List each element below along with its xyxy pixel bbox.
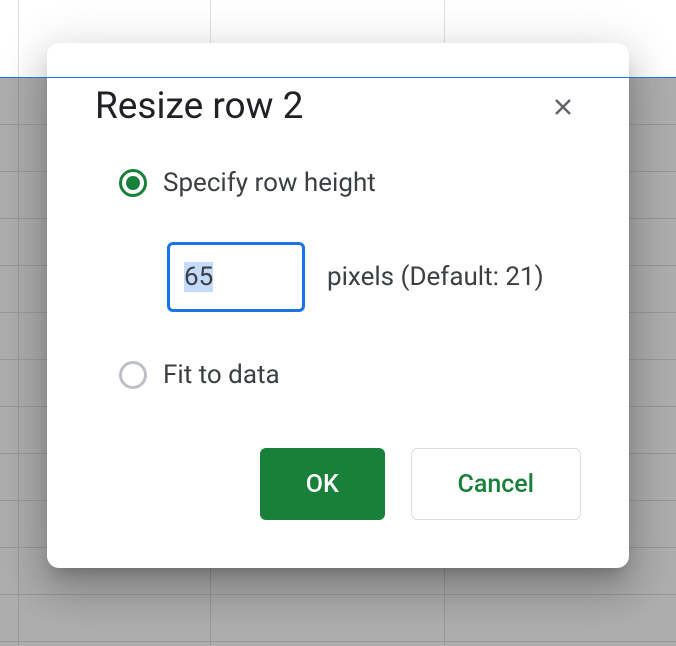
dialog-title: Resize row 2 — [95, 85, 303, 128]
row-height-input[interactable] — [167, 242, 305, 312]
height-input-row: pixels (Default: 21) — [167, 242, 581, 312]
pixels-default-label: pixels (Default: 21) — [327, 262, 544, 292]
specify-height-label: Specify row height — [163, 168, 376, 198]
fit-to-data-option[interactable]: Fit to data — [119, 360, 581, 390]
dialog-body: Specify row height pixels (Default: 21) … — [47, 136, 629, 390]
specify-height-option[interactable]: Specify row height — [119, 168, 581, 198]
ok-button[interactable]: OK — [260, 448, 385, 520]
dialog-footer: OK Cancel — [212, 448, 629, 568]
cancel-button[interactable]: Cancel — [411, 448, 581, 520]
close-icon — [551, 95, 575, 119]
dialog-header: Resize row 2 — [47, 43, 629, 136]
radio-selected-icon — [119, 169, 147, 197]
fit-to-data-label: Fit to data — [163, 360, 280, 390]
radio-unselected-icon — [119, 361, 147, 389]
resize-row-dialog: Resize row 2 Specify row height pixels (… — [47, 43, 629, 568]
close-button[interactable] — [545, 89, 581, 125]
